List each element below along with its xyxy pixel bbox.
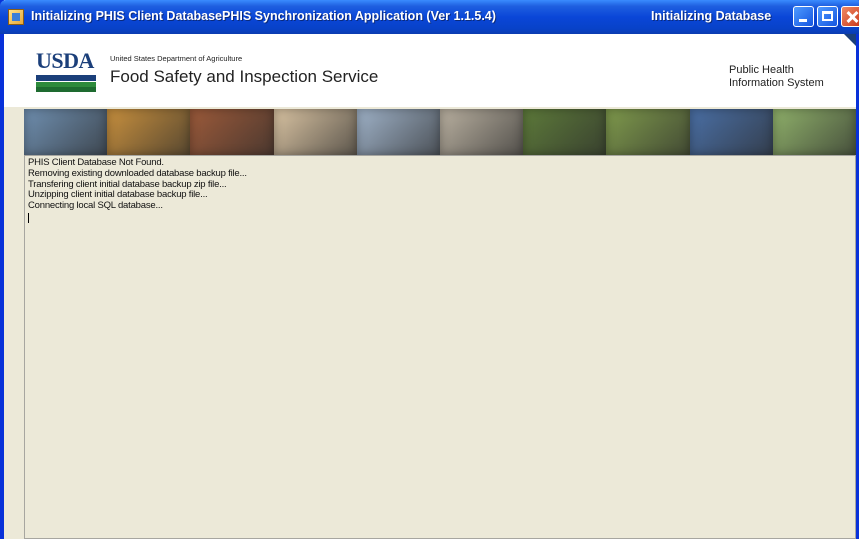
log-output-area[interactable]: PHIS Client Database Not Found. Removing…: [24, 155, 856, 539]
close-button[interactable]: [841, 6, 859, 27]
field-workers-photo: [772, 109, 856, 155]
system-name-line-1: Public Health: [729, 64, 794, 76]
lab-photo: [356, 109, 440, 155]
meat-processing-photo: [190, 109, 274, 155]
usda-logo-stripe: [36, 75, 96, 81]
banner-corner-ornament: [844, 34, 856, 46]
system-name-line-2: Information System: [729, 77, 824, 89]
agency-name: Food Safety and Inspection Service: [110, 67, 379, 86]
window-title: Initializing PHIS Client DatabasePHIS Sy…: [31, 9, 496, 23]
window-status-title: Initializing Database: [651, 9, 772, 23]
poultry-photo: [273, 109, 357, 155]
inspectors-photo: [24, 109, 108, 155]
department-name: United States Department of Agriculture: [110, 54, 243, 63]
app-window: Initializing PHIS Client DatabasePHIS Sy…: [0, 0, 859, 539]
title-bar[interactable]: Initializing PHIS Client DatabasePHIS Sy…: [0, 0, 859, 34]
usda-logo: USDA: [36, 48, 94, 73]
minimize-button[interactable]: [793, 6, 814, 27]
usda-logo-stripe-dark-green: [36, 87, 96, 92]
application-icon[interactable]: [8, 9, 24, 25]
cattle-photo: [523, 109, 607, 155]
photo-strip: [24, 109, 856, 155]
kitchen-staff-photo: [439, 109, 524, 155]
log-line: Removing existing downloaded database ba…: [28, 167, 247, 179]
crop-field-photo: [606, 109, 690, 155]
scientist-photo: [689, 109, 773, 155]
text-caret: [28, 212, 29, 223]
system-name: Public Health Information System: [729, 64, 824, 90]
bread-photo: [107, 109, 191, 155]
maximize-button[interactable]: [817, 6, 838, 27]
log-line: Connecting local SQL database...: [28, 200, 163, 212]
agency-banner: USDA United States Department of Agricul…: [4, 34, 856, 107]
